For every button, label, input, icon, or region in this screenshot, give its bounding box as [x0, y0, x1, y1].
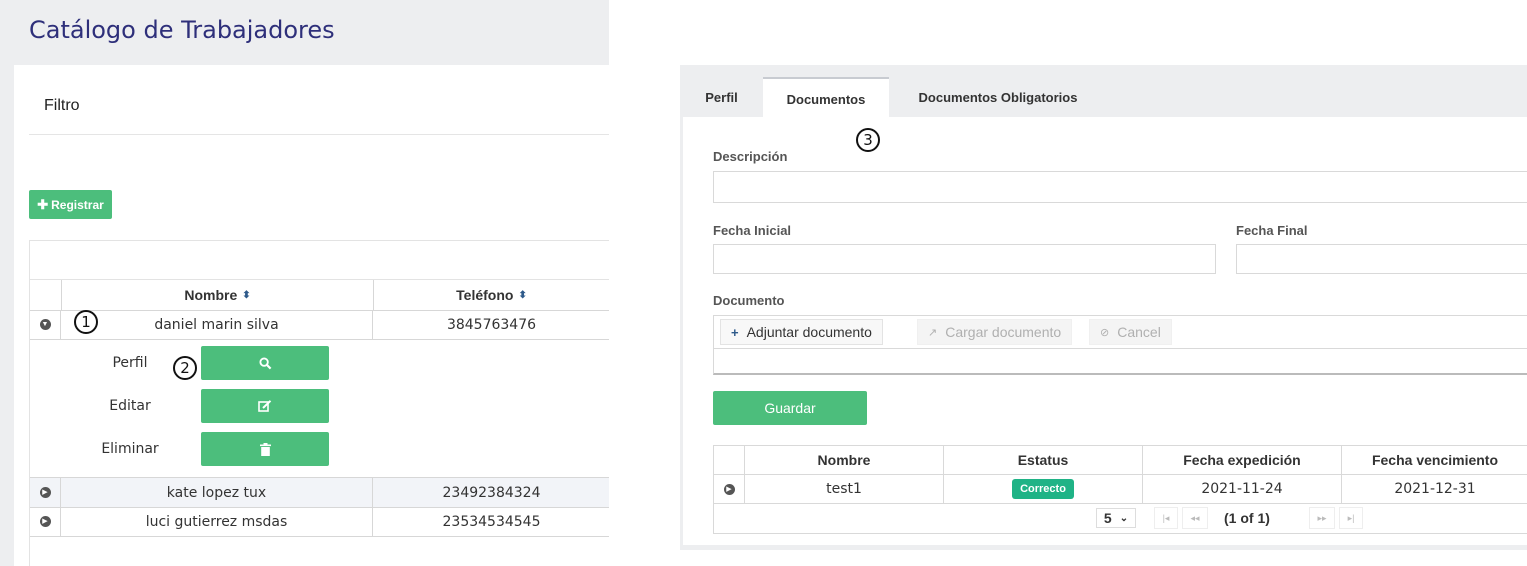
action-label-editar: Editar	[109, 398, 151, 414]
action-label-eliminar: Eliminar	[101, 441, 159, 457]
workers-table: Nombre ⬍ Teléfono ⬍ ▼ daniel marin silva…	[29, 240, 609, 566]
chevron-right-icon: ▶	[723, 483, 735, 495]
row-toggler[interactable]: ▶	[30, 507, 61, 536]
register-button[interactable]: ✚ Registrar	[29, 190, 112, 219]
fecha-inicial-label: Fecha Inicial	[713, 223, 792, 238]
table-row: ▶ kate lopez tux 23492384324	[30, 478, 609, 508]
row-telefono: 3845763476	[446, 316, 537, 333]
row-toggler[interactable]: ▶	[714, 475, 745, 504]
plus-icon: +	[731, 324, 739, 340]
column-header-label: Teléfono	[456, 287, 514, 303]
row-toggler[interactable]: ▶	[30, 478, 61, 507]
status-badge: Correcto	[1012, 479, 1074, 499]
worker-catalog-panel: Catálogo de Trabajadores Filtro ✚ Regist…	[0, 0, 609, 566]
trash-icon	[259, 442, 271, 456]
tab-documentos[interactable]: Documentos	[763, 77, 889, 119]
document-nombre: test1	[745, 475, 944, 504]
annotation-marker-2: 2	[173, 356, 197, 380]
next-page-button[interactable]: ▸▸	[1309, 507, 1335, 529]
register-button-label: Registrar	[51, 197, 104, 212]
document-estatus-cell: Correcto	[944, 475, 1143, 504]
row-nombre: luci gutierrez msdas	[61, 507, 373, 536]
sort-icon: ⬍	[242, 289, 251, 301]
page-header: Catálogo de Trabajadores	[0, 0, 609, 65]
page-title: Catálogo de Trabajadores	[29, 16, 335, 44]
search-icon	[258, 356, 271, 369]
last-page-button[interactable]: ▸|	[1339, 507, 1363, 529]
row-telefono: 23534534545	[442, 513, 541, 530]
fecha-final-input[interactable]	[1236, 244, 1527, 274]
first-page-button[interactable]: |◂	[1154, 507, 1178, 529]
table-toolbar	[30, 241, 609, 280]
descripcion-label: Descripción	[713, 149, 788, 164]
cancel-icon: ⊘	[1100, 326, 1110, 339]
side-strip	[0, 65, 14, 566]
fecha-inicial-input[interactable]	[713, 244, 1216, 274]
column-header-telefono[interactable]: Teléfono ⬍	[373, 280, 609, 311]
worker-documents-panel: Perfil Documentos Documentos Obligatorio…	[680, 65, 1527, 550]
row-toggler[interactable]: ▼	[30, 310, 61, 339]
chevron-down-icon: ▼	[39, 319, 51, 330]
file-drop-area[interactable]	[713, 348, 1527, 375]
column-header-estatus: Estatus	[944, 446, 1143, 475]
chevron-down-icon: ⌄	[1119, 512, 1129, 524]
expander-column-header	[30, 280, 60, 311]
expander-column-header	[714, 446, 745, 475]
row-nombre: daniel marin silva	[61, 310, 373, 339]
annotation-marker-1: 1	[74, 310, 98, 334]
tab-documentos-obligatorios[interactable]: Documentos Obligatorios	[892, 77, 1104, 117]
documents-table: Nombre Estatus Fecha expedición Fecha ve…	[713, 445, 1527, 534]
rows-per-page-value: 5	[1103, 510, 1112, 526]
edit-icon	[258, 399, 272, 412]
column-header-label: Nombre	[184, 287, 238, 303]
document-fecha-expedicion: 2021-11-24	[1143, 475, 1342, 504]
annotation-marker-3: 3	[856, 128, 880, 152]
plus-icon: ✚	[37, 196, 49, 212]
column-header-fecha-expedicion: Fecha expedición	[1143, 446, 1342, 475]
sort-icon: ⬍	[518, 289, 527, 301]
column-header-fecha-vencimiento: Fecha vencimiento	[1342, 446, 1527, 475]
choose-file-button[interactable]: + Adjuntar documento	[720, 319, 883, 345]
fecha-final-label: Fecha Final	[1236, 223, 1308, 238]
tab-perfil[interactable]: Perfil	[683, 77, 760, 117]
chevron-right-icon: ▶	[39, 487, 51, 498]
paginator: 5 ⌄ |◂ ◂◂ (1 of 1) ▸▸ ▸|	[714, 504, 1527, 533]
chevron-right-icon: ▶	[39, 516, 51, 527]
table-row: ▶ luci gutierrez msdas 23534534545	[30, 507, 609, 537]
action-label-perfil: Perfil	[112, 355, 148, 371]
column-header-nombre[interactable]: Nombre ⬍	[61, 280, 374, 311]
choose-file-label: Adjuntar documento	[746, 324, 872, 340]
row-telefono: 23492384324	[442, 484, 541, 501]
file-upload-bar: + Adjuntar documento ↗ Cargar documento …	[713, 315, 1527, 349]
prev-page-button[interactable]: ◂◂	[1182, 507, 1208, 529]
descripcion-input[interactable]	[713, 171, 1527, 203]
document-fecha-vencimiento: 2021-12-31	[1342, 475, 1527, 504]
page-report: (1 of 1)	[1224, 510, 1270, 526]
edit-button[interactable]	[201, 389, 329, 423]
table-row: ▼ daniel marin silva 3845763476	[30, 310, 609, 340]
rows-per-page-dropdown[interactable]: 5 ⌄	[1096, 508, 1136, 528]
row-nombre: kate lopez tux	[61, 478, 373, 507]
save-button[interactable]: Guardar	[713, 391, 867, 425]
upload-file-button[interactable]: ↗ Cargar documento	[917, 319, 1073, 345]
upload-file-label: Cargar documento	[945, 324, 1062, 340]
profile-button[interactable]	[201, 346, 329, 380]
column-header-nombre: Nombre	[745, 446, 944, 475]
delete-button[interactable]	[201, 432, 329, 466]
documento-label: Documento	[713, 293, 785, 308]
filter-label: Filtro	[44, 97, 80, 114]
upload-icon: ↗	[928, 326, 938, 339]
divider	[29, 134, 609, 135]
cancel-upload-label: Cancel	[1117, 324, 1161, 340]
row-expansion: Perfil Editar Eliminar	[30, 339, 609, 478]
cancel-upload-button[interactable]: ⊘ Cancel	[1089, 319, 1172, 345]
